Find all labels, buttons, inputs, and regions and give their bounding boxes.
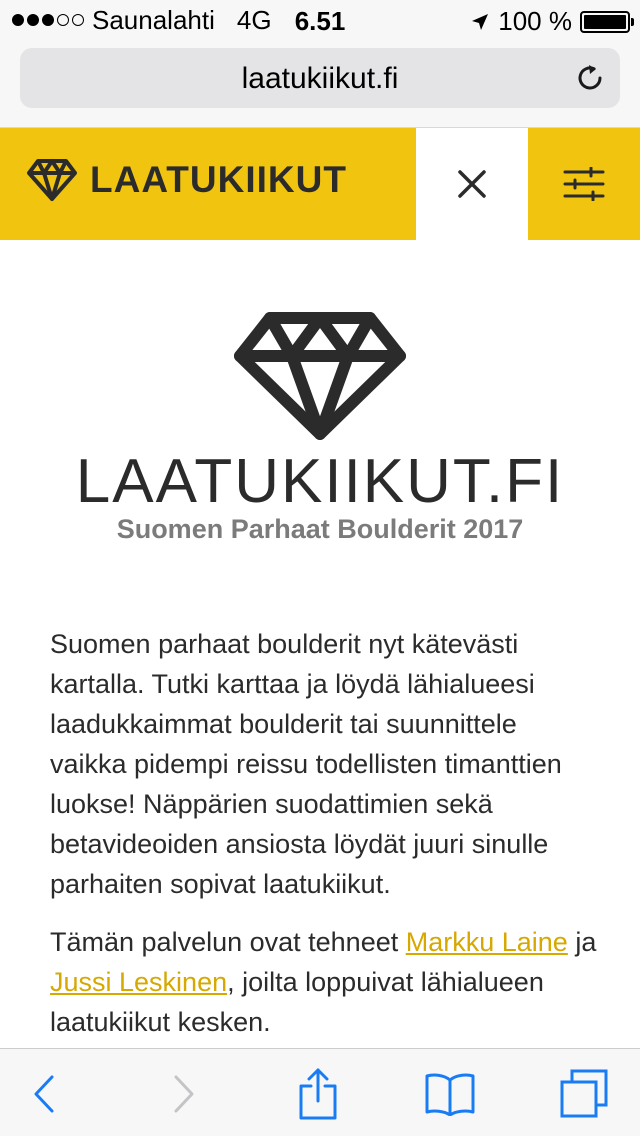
battery-percentage: 100 % <box>498 6 572 36</box>
author-link-jussi[interactable]: Jussi Leskinen <box>50 967 227 997</box>
intro-content: Suomen parhaat boulderit nyt kätevästi k… <box>50 624 598 1060</box>
url-text[interactable]: laatukiikut.fi <box>20 62 620 96</box>
forward-icon <box>174 1075 194 1113</box>
author-link-markku[interactable]: Markku Laine <box>406 927 568 957</box>
forward-button[interactable] <box>156 1069 212 1119</box>
hero-title: LAATUKIIKUT.FI <box>75 447 565 516</box>
battery-fill <box>584 14 626 29</box>
close-button[interactable] <box>416 128 528 240</box>
intro-paragraph: Suomen parhaat boulderit nyt kätevästi k… <box>50 629 562 899</box>
diamond-icon <box>27 159 77 201</box>
close-icon <box>458 170 486 198</box>
site-logo[interactable]: LAATUKIIKUT <box>26 158 347 202</box>
status-right: 100 % <box>470 6 634 37</box>
tabs-button[interactable] <box>556 1069 612 1119</box>
back-icon <box>34 1075 54 1113</box>
battery-icon <box>580 10 634 33</box>
reload-icon[interactable] <box>574 62 606 94</box>
tabs-icon <box>560 1069 608 1118</box>
site-header: LAATUKIIKUT <box>0 128 640 240</box>
location-arrow-icon <box>472 13 489 30</box>
hero-subtitle: Suomen Parhaat Boulderit 2017 <box>116 514 524 544</box>
hero-diamond-icon <box>234 312 406 440</box>
share-icon <box>299 1068 337 1120</box>
back-button[interactable] <box>16 1069 72 1119</box>
address-bar[interactable]: laatukiikut.fi <box>20 48 620 108</box>
bookmarks-icon <box>425 1073 475 1116</box>
bookmarks-button[interactable] <box>422 1069 478 1119</box>
share-button[interactable] <box>290 1068 346 1120</box>
filter-menu-button[interactable] <box>528 128 640 240</box>
sliders-icon <box>563 167 605 201</box>
logo-text: LAATUKIIKUT <box>90 159 347 200</box>
browser-toolbar <box>0 1048 640 1136</box>
browser-address-area: laatukiikut.fi <box>0 40 640 128</box>
credits-paragraph: Tämän palvelun ovat tehneet Markku Laine… <box>50 927 597 1037</box>
status-bar: Saunalahti 4G 6.51 100 % <box>0 0 640 40</box>
